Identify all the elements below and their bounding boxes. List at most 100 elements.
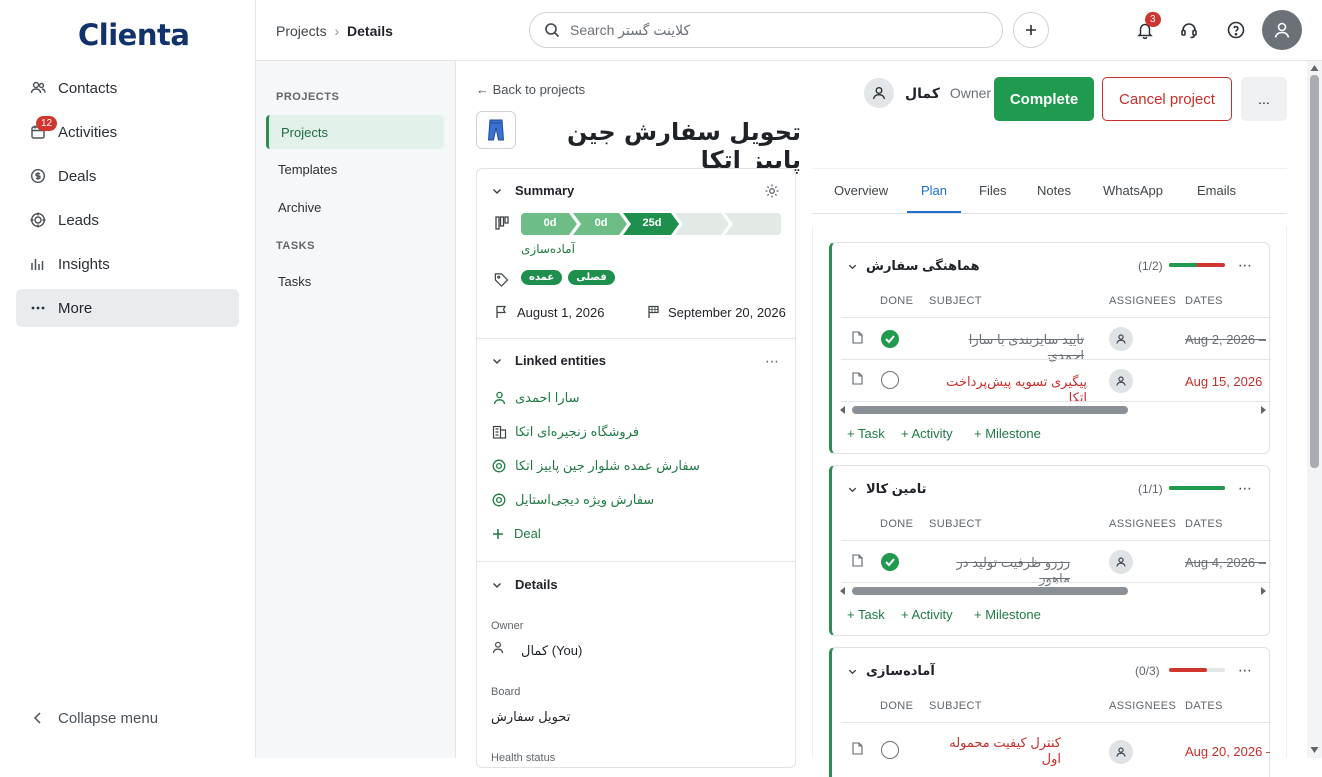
details-header[interactable]: Details [491,577,558,592]
task-dates[interactable]: Aug 2, 2026 – [1185,332,1270,347]
add-milestone-link[interactable]: + Milestone [974,426,1041,441]
end-date[interactable]: September 20, 2026 [668,305,786,320]
person-icon [492,641,504,654]
task-assignee-avatar[interactable] [1109,369,1133,393]
milestone-title[interactable]: هماهنگی سفارش [866,258,980,274]
chevron-down-icon[interactable] [847,484,858,495]
user-icon [1115,375,1127,387]
sidebar-item-more[interactable]: More [16,289,239,327]
target-icon [492,493,506,507]
linked-more-icon[interactable]: ⋯ [765,353,779,370]
column-assignees: ASSIGNEES [1109,295,1177,307]
linked-contact-link[interactable]: سارا احمدی [515,390,580,406]
divider [841,401,1271,402]
summary-header[interactable]: Summary [491,183,574,198]
chevron-down-icon[interactable] [847,261,858,272]
task-assignee-avatar[interactable] [1109,327,1133,351]
sidebar-item-insights[interactable]: Insights [16,245,239,283]
search-input[interactable]: Search کلاینت گستر [570,22,690,39]
milestone-count: (0/3) [1135,664,1160,678]
horizontal-scrollbar[interactable] [838,586,1268,596]
breadcrumb-current: Details [347,23,393,39]
subnav-heading-tasks: TASKS [276,240,315,252]
task-done-checkbox[interactable] [881,330,899,348]
sidebar-item-activities[interactable]: Activities 12 [16,113,239,151]
milestone-more-icon[interactable]: ⋯ [1238,480,1252,497]
cancel-project-button[interactable]: Cancel project [1102,77,1232,121]
tab-files[interactable]: Files [979,183,1006,198]
task-done-checkbox[interactable] [881,371,899,389]
milestone-more-icon[interactable]: ⋯ [1238,662,1252,679]
linked-company-link[interactable]: فروشگاه زنجیره‌ای اتکا [515,424,639,440]
milestone-more-icon[interactable]: ⋯ [1238,257,1252,274]
board-field-value[interactable]: تحویل سفارش [491,709,570,725]
add-task-link[interactable]: + Task [847,426,885,441]
tab-emails[interactable]: Emails [1197,183,1236,198]
tag-chip[interactable]: فصلی [568,270,615,285]
subnav-item-templates[interactable]: Templates [266,152,444,186]
task-assignee-avatar[interactable] [1109,550,1133,574]
target-icon [492,459,506,473]
task-assignee-avatar[interactable] [1109,740,1133,764]
tab-whatsapp[interactable]: WhatsApp [1103,183,1163,198]
app-logo[interactable]: Clienta [78,18,190,52]
divider [841,582,1271,583]
milestone-title[interactable]: آماده‌سازی [866,663,935,679]
stage-chevron[interactable] [675,213,729,235]
sidebar-item-deals[interactable]: Deals [16,157,239,195]
add-task-link[interactable]: + Task [847,607,885,622]
tab-plan[interactable]: Plan [921,183,947,198]
sidebar-item-contacts[interactable]: Contacts [16,69,239,107]
user-icon [1272,20,1292,40]
chevron-down-icon[interactable] [847,666,858,677]
add-milestone-link[interactable]: + Milestone [974,607,1041,622]
add-activity-link[interactable]: + Activity [901,426,953,441]
task-done-checkbox[interactable] [881,741,899,759]
divider [477,338,795,339]
task-dates[interactable]: Aug 4, 2026 – [1185,555,1270,570]
column-done: DONE [880,518,914,530]
task-done-checkbox[interactable] [881,553,899,571]
linked-deal-link[interactable]: سفارش عمده شلوار جین پاییز اتکا [515,458,700,474]
milestone-title[interactable]: تامین کالا [866,481,927,497]
owner-field-value[interactable]: کمال (You) [521,643,582,659]
settings-gear-icon[interactable] [764,183,780,199]
task-subject[interactable]: کنترل کیفیت محموله اول [929,735,1061,767]
add-deal-link[interactable]: Deal [492,526,541,541]
linked-entities-header[interactable]: Linked entities [491,353,606,368]
support-button[interactable] [1171,12,1207,48]
collapse-menu-button[interactable]: Collapse menu [16,699,239,737]
vertical-scrollbar[interactable] [1307,61,1322,758]
subnav-item-projects[interactable]: Projects [266,115,444,149]
horizontal-scrollbar[interactable] [838,405,1268,415]
help-icon [1227,21,1245,39]
task-file-icon [852,742,863,755]
user-avatar[interactable] [1262,10,1302,50]
sidebar-item-leads[interactable]: Leads [16,201,239,239]
search-icon [544,22,560,38]
task-dates[interactable]: Aug 15, 2026 [1185,374,1262,389]
tab-overview[interactable]: Overview [834,183,888,198]
help-button[interactable] [1218,12,1254,48]
stage-chevron[interactable] [725,213,781,235]
complete-button[interactable]: Complete [994,77,1094,121]
linked-deal-link[interactable]: سفارش ویژه دیجی‌استایل [515,492,654,508]
quick-add-button[interactable] [1013,12,1049,48]
sidebar-item-label: Leads [58,211,99,229]
tab-notes[interactable]: Notes [1037,183,1071,198]
search-box[interactable]: Search کلاینت گستر [529,12,1003,48]
divider [477,561,795,562]
project-more-button[interactable]: ... [1241,77,1287,121]
milestone-overdue-fill [1169,668,1207,672]
sidebar-item-label: Contacts [58,79,118,97]
breadcrumb-projects-link[interactable]: Projects [276,23,327,39]
add-activity-link[interactable]: + Activity [901,607,953,622]
task-dates[interactable]: Aug 20, 2026 – [1185,744,1270,759]
back-to-projects-link[interactable]: ← Back to projects [476,82,585,97]
start-date[interactable]: August 1, 2026 [517,305,604,320]
subnav-item-tasks[interactable]: Tasks [266,264,444,298]
notifications-button[interactable]: 3 [1127,12,1163,48]
current-stage-label: آماده‌سازی [521,242,575,256]
tag-chip[interactable]: عمده [521,270,563,285]
subnav-item-archive[interactable]: Archive [266,190,444,224]
